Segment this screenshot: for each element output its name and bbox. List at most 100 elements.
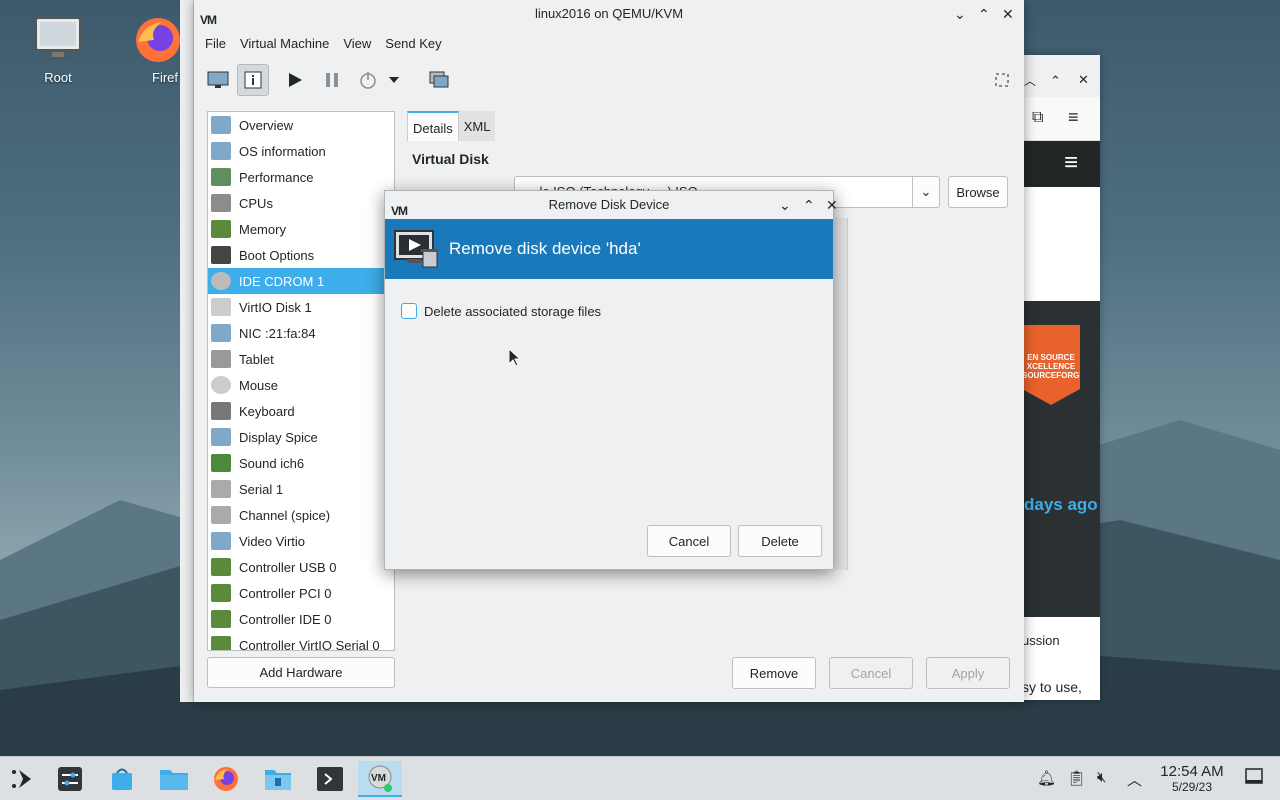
desktop-icon-root[interactable]: Root [18,14,98,85]
tab-details[interactable]: Details [407,111,459,141]
run-button[interactable] [279,64,311,96]
show-desktop-icon[interactable] [1245,767,1263,789]
maximize-icon[interactable]: ⌃ [803,191,815,219]
pause-button[interactable] [316,64,348,96]
device-list-item-label: Tablet [239,351,274,367]
extensions-icon[interactable]: ⧉ [1032,109,1043,127]
device-list-item[interactable]: OS information [208,138,394,164]
device-list-item[interactable]: Keyboard [208,398,394,424]
close-icon[interactable]: ✕ [826,191,838,219]
delete-storage-option[interactable]: Delete associated storage files [401,303,601,319]
clock[interactable]: 12:54 AM 5/29/23 [1146,763,1238,794]
device-list-item[interactable]: Controller IDE 0 [208,606,394,632]
shutdown-menu-button[interactable] [384,64,404,96]
system-settings-task[interactable] [48,761,92,797]
menu-view[interactable]: View [336,36,378,51]
folder-icon [160,770,188,790]
file-manager-task[interactable] [152,761,196,797]
device-list-item-label: Boot Options [239,247,315,263]
device-list-item[interactable]: Controller VirtIO Serial 0 [208,632,394,650]
svg-text:VM: VM [371,773,386,784]
os-info-icon [211,142,231,160]
remove-disk-dialog[interactable]: VM Remove Disk Device ⌄ ⌃ ✕ Remove disk … [384,190,838,570]
snapshots-button[interactable] [423,64,455,96]
device-list-item[interactable]: Memory [208,216,394,242]
menubar: File Virtual Machine View Send Key [194,28,1024,58]
firefox-task[interactable] [204,761,248,797]
device-list-item[interactable]: Display Spice [208,424,394,450]
tablet-icon [211,350,231,368]
device-list-item-label: Memory [239,221,286,237]
taskbar: VM 🔔︎ 📋︎ 🔇︎ ︿ 12:54 AM 5/29/23 [0,756,1280,800]
channel-icon [211,506,231,524]
device-list-item[interactable]: Video Virtio [208,528,394,554]
volume-muted-icon[interactable]: 🔇︎ [1097,769,1106,786]
device-list-item[interactable]: Controller PCI 0 [208,580,394,606]
disk-icon [211,298,231,316]
browse-button[interactable]: Browse [948,176,1008,208]
chevron-down-icon: ⌄ [920,184,932,199]
clock-date: 5/29/23 [1171,780,1213,794]
notifications-icon[interactable]: 🔔︎ [1037,769,1056,787]
device-list-item[interactable]: Overview [208,112,394,138]
tab-xml[interactable]: XML [458,111,496,141]
device-list-item[interactable]: IDE CDROM 1 [208,268,394,294]
maximize-icon[interactable]: ⌃ [978,0,990,28]
device-list-item-label: Sound ich6 [239,455,305,471]
device-list-item[interactable]: VirtIO Disk 1 [208,294,394,320]
details-button[interactable] [237,64,269,96]
device-list-item[interactable]: Channel (spice) [208,502,394,528]
chevron-down-icon[interactable]: ⌄ [954,0,966,28]
device-list-item[interactable]: NIC :21:fa:84 [208,320,394,346]
device-list-item[interactable]: Tablet [208,346,394,372]
device-list-item[interactable]: Mouse [208,372,394,398]
app-launcher-button[interactable] [0,761,44,797]
device-list-item[interactable]: CPUs [208,190,394,216]
delete-storage-checkbox[interactable] [401,303,417,319]
shutdown-button[interactable] [352,64,384,96]
add-hardware-button[interactable]: Add Hardware [207,657,395,688]
keyboard-icon [211,402,231,420]
desktop-icon-firefox[interactable]: Firef [128,14,188,85]
menu-file[interactable]: File [198,36,233,51]
monitor-icon [207,71,229,88]
clipboard-icon[interactable]: 📋︎ [1067,769,1086,787]
console-button[interactable] [202,64,234,96]
close-icon[interactable]: ✕ [1002,0,1014,28]
minimize-icon[interactable]: ⌃ [1050,67,1061,95]
device-list[interactable]: Overview OS information Performance CPUs Mem… [207,111,395,651]
close-icon[interactable]: ✕ [1078,66,1089,94]
fullscreen-button[interactable] [986,64,1018,96]
virt-manager-task[interactable]: VM [358,761,402,797]
menu-icon[interactable]: ≡ [1068,107,1079,128]
chevron-up-icon[interactable]: ︿ [1127,769,1142,790]
chevron-down-icon[interactable]: ⌄ [779,191,791,219]
hamburger-icon[interactable]: ≡ [1064,149,1078,177]
discover-task[interactable] [100,761,144,797]
cancel-button[interactable]: Cancel [829,657,913,689]
menu-send-key[interactable]: Send Key [378,36,448,51]
chevron-up-icon[interactable]: ︿ [1024,67,1036,95]
apply-button[interactable]: Apply [926,657,1010,689]
site-text: ussion [1022,633,1060,648]
device-list-item[interactable]: Performance [208,164,394,190]
terminal-icon [317,767,343,791]
device-list-item[interactable]: Serial 1 [208,476,394,502]
path-dropdown-button[interactable]: ⌄ [912,176,940,208]
menu-virtual-machine[interactable]: Virtual Machine [233,36,336,51]
performance-icon [211,168,231,186]
pause-icon [326,73,338,87]
device-list-item[interactable]: Controller USB 0 [208,554,394,580]
device-list-item[interactable]: Boot Options [208,242,394,268]
file-manager-task-2[interactable] [256,761,300,797]
window-edge [180,0,194,702]
remove-button[interactable]: Remove [732,657,816,689]
award-badge: EN SOURCE XCELLENCE SOURCEFORGE [1022,325,1080,405]
dialog-delete-button[interactable]: Delete [738,525,822,557]
device-list-item-label: Performance [239,169,314,185]
memory-icon [211,220,231,238]
dialog-cancel-button[interactable]: Cancel [647,525,731,557]
window-title: linux2016 on QEMU/KVM [534,6,684,21]
device-list-item[interactable]: Sound ich6 [208,450,394,476]
terminal-task[interactable] [308,761,352,797]
